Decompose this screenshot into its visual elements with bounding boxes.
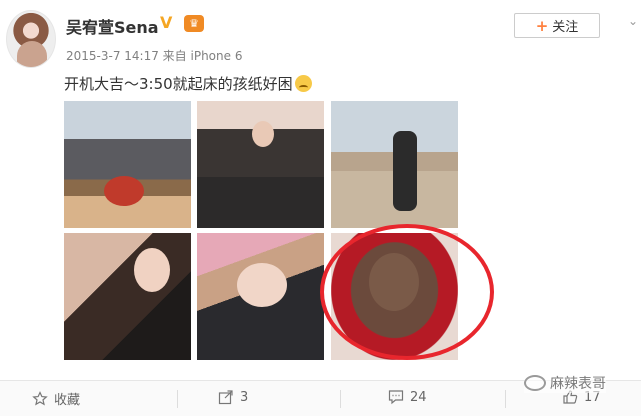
share-button[interactable]: 3 [218, 389, 248, 405]
post-text-content: 开机大吉～3:50就起床的孩纸好困 [64, 75, 293, 93]
username[interactable]: 吴宥萱Sena [66, 14, 159, 38]
photo-5-content [237, 263, 287, 307]
wechat-icon [524, 375, 546, 391]
watermark-text: 麻辣表哥 [550, 376, 606, 392]
vip-crown-icon: ♛ [184, 15, 204, 32]
share-count: 3 [240, 389, 249, 405]
plus-icon: + [535, 16, 549, 35]
comment-count: 24 [410, 389, 427, 405]
share-icon [218, 390, 233, 405]
photo-6-content [369, 253, 419, 311]
post-time-source[interactable]: 2015-3-7 14:17 来自 iPhone 6 [66, 47, 242, 64]
favorite-label: 收藏 [54, 393, 81, 408]
photo-2[interactable] [197, 101, 324, 228]
star-icon [32, 390, 48, 406]
divider [177, 390, 178, 408]
photo-1[interactable] [64, 101, 191, 228]
photo-4[interactable] [64, 233, 191, 360]
photo-2-content [252, 121, 274, 147]
post-text: 开机大吉～3:50就起床的孩纸好困 [64, 73, 312, 94]
divider [505, 390, 506, 408]
sleepy-emoji-icon [294, 75, 312, 92]
photo-6[interactable] [331, 233, 458, 360]
follow-label: 关注 [552, 20, 579, 35]
photo-5[interactable] [197, 233, 324, 360]
verified-icon: V [160, 13, 173, 32]
watermark: 麻辣表哥 [524, 373, 606, 393]
photo-4-content [134, 248, 170, 292]
comment-button[interactable]: 24 [388, 389, 427, 405]
photo-1-content [104, 176, 144, 206]
comment-icon [388, 390, 404, 405]
favorite-button[interactable]: 收藏 [32, 389, 80, 408]
photo-3-content [393, 131, 417, 211]
chevron-down-icon[interactable]: ⌄ [628, 14, 638, 28]
avatar[interactable] [6, 10, 56, 68]
divider [340, 390, 341, 408]
follow-button[interactable]: + 关注 [514, 13, 600, 38]
photo-3[interactable] [331, 101, 458, 228]
